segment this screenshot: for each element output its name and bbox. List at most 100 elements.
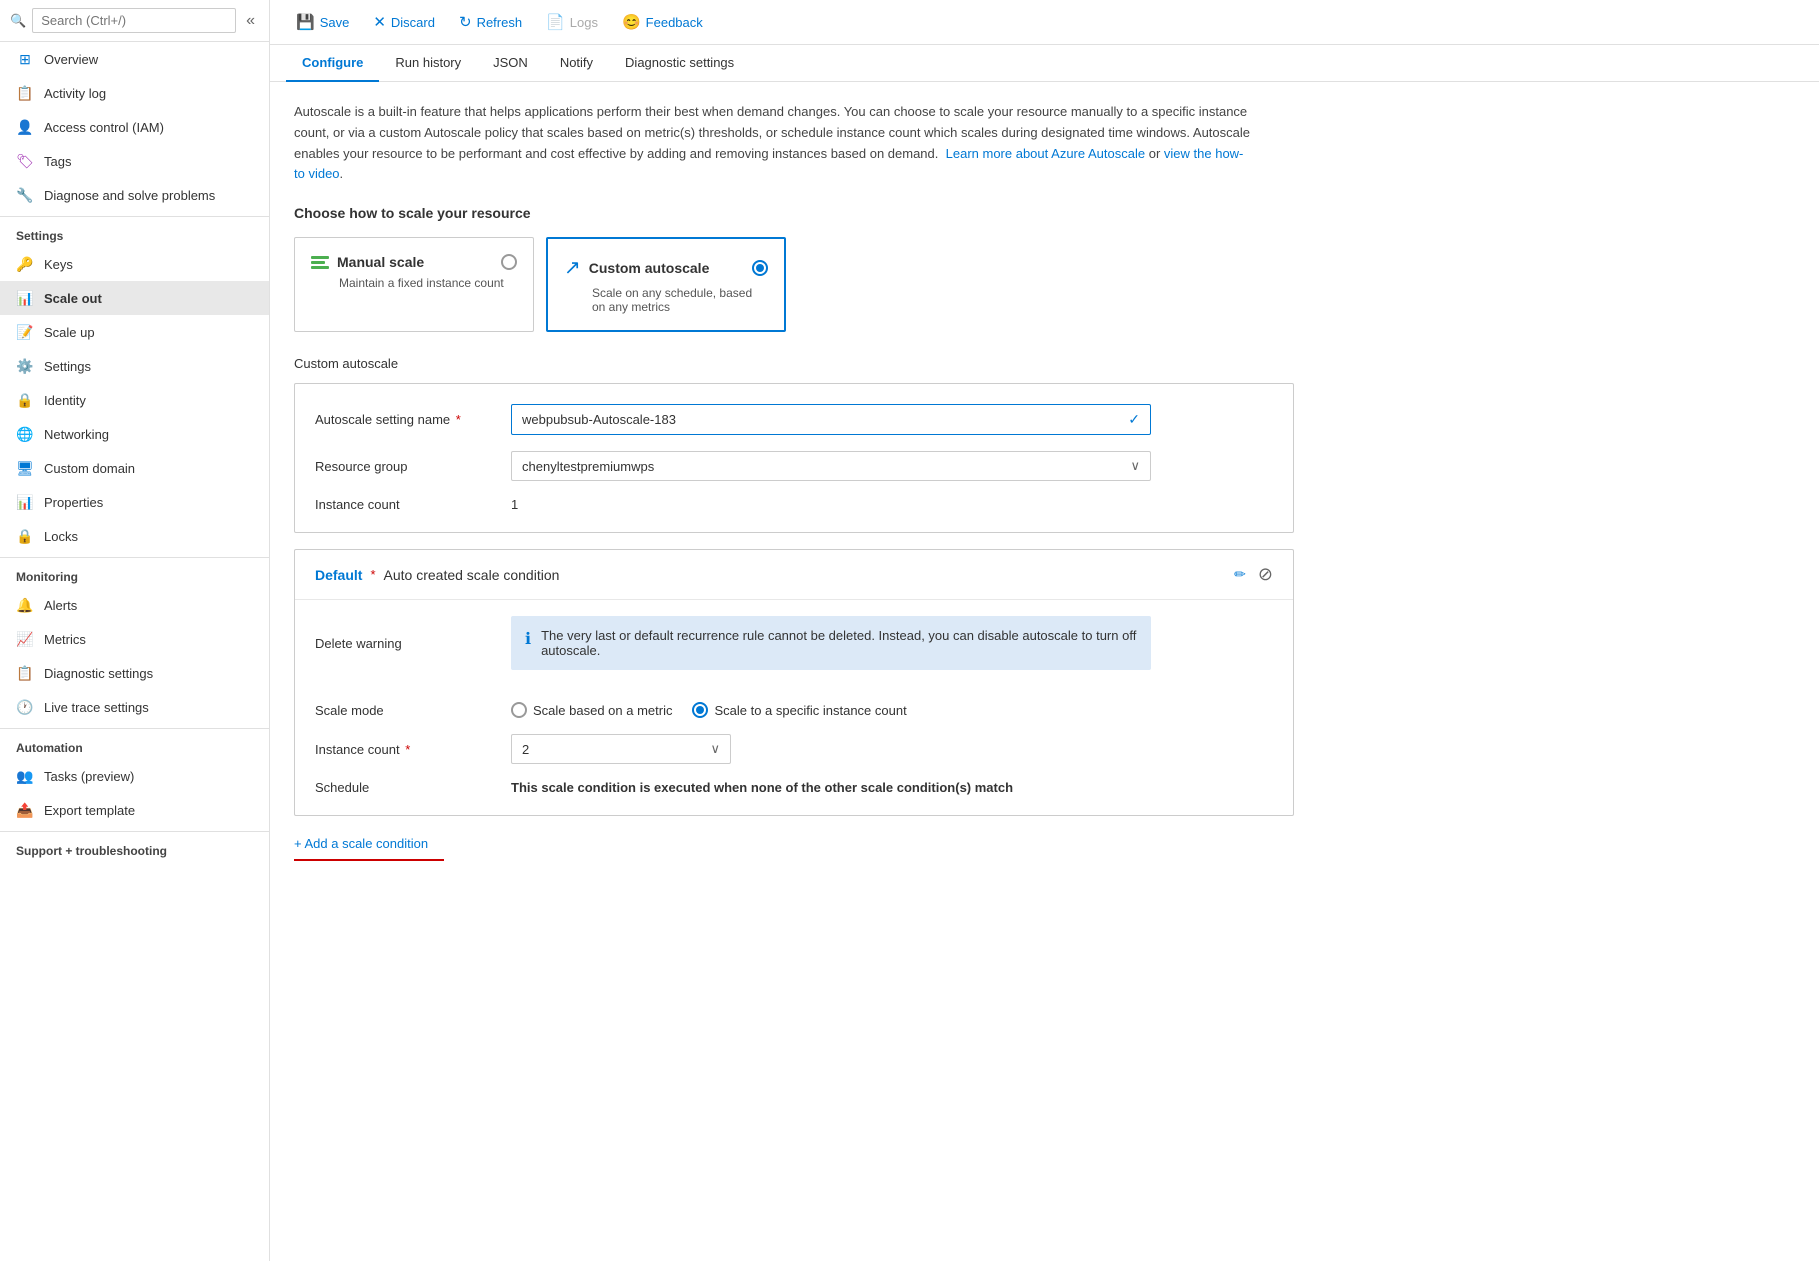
sidebar-item-custom-domain[interactable]: 🖥 Custom domain: [0, 451, 269, 485]
autoscale-name-select[interactable]: webpubsub-Autoscale-183 ✓: [511, 404, 1151, 435]
access-control-icon: 👤: [16, 118, 34, 136]
edit-condition-button[interactable]: ✏: [1230, 564, 1250, 585]
diagnostic-icon: 📋: [16, 664, 34, 682]
manual-card-desc: Maintain a fixed instance count: [339, 276, 517, 290]
monitoring-section-header: Monitoring: [0, 557, 269, 588]
autoscale-name-label: Autoscale setting name *: [315, 412, 495, 427]
tags-icon: 🏷: [16, 152, 34, 170]
scale-metric-radio[interactable]: [511, 702, 527, 718]
tab-run-history[interactable]: Run history: [379, 45, 477, 82]
custom-autoscale-label: Custom autoscale: [294, 356, 1795, 371]
schedule-content: This scale condition is executed when no…: [511, 780, 1151, 795]
delete-warning-label: Delete warning: [315, 636, 495, 651]
custom-card-header: ↗ Custom autoscale: [564, 255, 768, 280]
instance-count-select[interactable]: 2 ∨: [511, 734, 731, 764]
sidebar-item-settings[interactable]: ⚙️ Settings: [0, 349, 269, 383]
tab-json[interactable]: JSON: [477, 45, 544, 82]
sidebar-item-metrics[interactable]: 📈 Metrics: [0, 622, 269, 656]
custom-scale-card[interactable]: ↗ Custom autoscale Scale on any schedule…: [546, 237, 786, 332]
activity-log-icon: 📋: [16, 84, 34, 102]
sidebar-item-locks[interactable]: 🔒 Locks: [0, 519, 269, 553]
info-icon: ℹ: [525, 629, 531, 649]
resource-group-row: Resource group chenyltestpremiumwps ∨: [315, 451, 1273, 481]
sidebar-search-container: 🔍 «: [0, 0, 269, 42]
feedback-icon: 😊: [622, 13, 641, 31]
sidebar-item-alerts[interactable]: 🔔 Alerts: [0, 588, 269, 622]
scale-mode-row: Scale mode Scale based on a metric Scale…: [315, 702, 1273, 718]
feedback-button[interactable]: 😊 Feedback: [612, 8, 713, 36]
scale-instance-radio[interactable]: [692, 702, 708, 718]
sidebar-item-networking[interactable]: 🌐 Networking: [0, 417, 269, 451]
schedule-row: Schedule This scale condition is execute…: [315, 780, 1273, 795]
networking-icon: 🌐: [16, 425, 34, 443]
properties-icon: 📊: [16, 493, 34, 511]
discard-button[interactable]: ✕ Discard: [363, 8, 445, 36]
collapse-button[interactable]: «: [242, 10, 259, 32]
sidebar-item-overview[interactable]: ⊞ Overview: [0, 42, 269, 76]
sidebar-item-access-control[interactable]: 👤 Access control (IAM): [0, 110, 269, 144]
settings-section-header: Settings: [0, 216, 269, 247]
custom-card-title: Custom autoscale: [589, 260, 710, 276]
condition-panel: Default * Auto created scale condition ✏…: [294, 549, 1294, 816]
overview-icon: ⊞: [16, 50, 34, 68]
manual-card-title: Manual scale: [337, 254, 424, 270]
sidebar-item-scale-out[interactable]: 📊 Scale out: [0, 281, 269, 315]
sidebar-item-diagnostic-settings[interactable]: 📋 Diagnostic settings: [0, 656, 269, 690]
condition-body: Delete warning ℹ The very last or defaul…: [295, 600, 1293, 815]
manual-scale-card[interactable]: Manual scale Maintain a fixed instance c…: [294, 237, 534, 332]
main-panel: 💾 Save ✕ Discard ↻ Refresh 📄 Logs 😊 Feed…: [270, 0, 1819, 1261]
logs-button[interactable]: 📄 Logs: [536, 8, 608, 36]
custom-radio[interactable]: [752, 260, 768, 276]
locks-icon: 🔒: [16, 527, 34, 545]
scale-section-title: Choose how to scale your resource: [294, 205, 1795, 221]
tabs-container: Configure Run history JSON Notify Diagno…: [270, 45, 1819, 82]
autoscale-name-row: Autoscale setting name * webpubsub-Autos…: [315, 404, 1273, 435]
resource-group-control: chenyltestpremiumwps ∨: [511, 451, 1151, 481]
scale-instance-option[interactable]: Scale to a specific instance count: [692, 702, 906, 718]
metrics-icon: 📈: [16, 630, 34, 648]
diagnose-icon: 🔧: [16, 186, 34, 204]
search-icon: 🔍: [10, 13, 26, 29]
sidebar-item-diagnose[interactable]: 🔧 Diagnose and solve problems: [0, 178, 269, 212]
sidebar-item-scale-up[interactable]: 📝 Scale up: [0, 315, 269, 349]
scale-metric-option[interactable]: Scale based on a metric: [511, 702, 672, 718]
add-condition-button[interactable]: + Add a scale condition: [294, 832, 428, 855]
manual-radio[interactable]: [501, 254, 517, 270]
sidebar-item-keys[interactable]: 🔑 Keys: [0, 247, 269, 281]
search-input[interactable]: [32, 8, 236, 33]
resource-group-select[interactable]: chenyltestpremiumwps ∨: [511, 451, 1151, 481]
automation-section-header: Automation: [0, 728, 269, 759]
description-text: Autoscale is a built-in feature that hel…: [294, 102, 1254, 185]
custom-title-row: ↗ Custom autoscale: [564, 255, 709, 280]
form-panel: Autoscale setting name * webpubsub-Autos…: [294, 383, 1294, 533]
instance-count-label: Instance count: [315, 497, 495, 512]
add-condition-underline: [294, 859, 444, 861]
sidebar-item-tags[interactable]: 🏷 Tags: [0, 144, 269, 178]
sidebar-item-export-template[interactable]: 📤 Export template: [0, 793, 269, 827]
condition-default-label: Default: [315, 567, 362, 583]
tab-diagnostic-settings[interactable]: Diagnostic settings: [609, 45, 750, 82]
scale-out-icon: 📊: [16, 289, 34, 307]
tab-notify[interactable]: Notify: [544, 45, 609, 82]
sidebar-item-live-trace[interactable]: 🕐 Live trace settings: [0, 690, 269, 724]
delete-warning-content: ℹ The very last or default recurrence ru…: [511, 600, 1151, 686]
sidebar-item-identity[interactable]: 🔒 Identity: [0, 383, 269, 417]
sidebar-item-properties[interactable]: 📊 Properties: [0, 485, 269, 519]
toolbar: 💾 Save ✕ Discard ↻ Refresh 📄 Logs 😊 Feed…: [270, 0, 1819, 45]
tab-configure[interactable]: Configure: [286, 45, 379, 82]
autoscale-name-control: webpubsub-Autoscale-183 ✓: [511, 404, 1151, 435]
save-button[interactable]: 💾 Save: [286, 8, 359, 36]
scale-mode-label: Scale mode: [315, 703, 495, 718]
sidebar-item-tasks[interactable]: 👥 Tasks (preview): [0, 759, 269, 793]
checkmark-icon: ✓: [1128, 411, 1140, 428]
sidebar-item-activity-log[interactable]: 📋 Activity log: [0, 76, 269, 110]
delete-condition-button[interactable]: ⊘: [1258, 564, 1273, 585]
scale-cards-container: Manual scale Maintain a fixed instance c…: [294, 237, 1795, 332]
manual-scale-icon: [311, 256, 329, 269]
learn-more-link[interactable]: Learn more about Azure Autoscale: [946, 146, 1145, 161]
schedule-label: Schedule: [315, 780, 495, 795]
scale-up-icon: 📝: [16, 323, 34, 341]
resource-group-label: Resource group: [315, 459, 495, 474]
refresh-button[interactable]: ↻ Refresh: [449, 8, 532, 36]
manual-card-header: Manual scale: [311, 254, 517, 270]
